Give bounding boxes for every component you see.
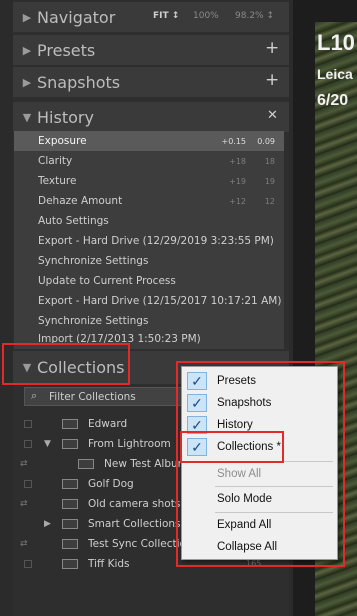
expand-triangle-icon[interactable]: ▼	[44, 439, 62, 449]
history-item[interactable]: Texture +19 19	[14, 171, 284, 191]
filter-collections-input[interactable]: ⌕ Filter Collections	[24, 387, 184, 406]
clear-history-icon[interactable]: ✕	[267, 108, 278, 123]
collection-set-icon	[62, 519, 78, 529]
history-title: History	[37, 107, 94, 127]
add-snapshot-icon[interactable]: +	[265, 70, 279, 90]
history-item[interactable]: Update to Current Process	[14, 271, 284, 291]
history-item[interactable]: Export - Hard Drive (12/15/2017 10:17:21…	[14, 291, 284, 311]
history-item[interactable]: Export - Hard Drive (12/29/2019 3:23:55 …	[14, 231, 284, 251]
navigator-title: Navigator	[37, 7, 116, 27]
photo-title: L10	[317, 30, 355, 55]
sync-arrows-icon: ⇄	[20, 539, 28, 549]
presets-header[interactable]: ▶ Presets +	[13, 35, 289, 65]
collection-icon	[62, 539, 78, 549]
add-preset-icon[interactable]: +	[265, 38, 279, 58]
navigator-zoom-100[interactable]: 100%	[193, 11, 219, 21]
collection-icon	[78, 459, 94, 469]
collapse-triangle-icon[interactable]: ▶	[17, 44, 37, 57]
checkbox[interactable]	[24, 440, 32, 448]
sync-arrows-icon: ⇄	[20, 499, 28, 509]
presets-title: Presets	[37, 40, 96, 60]
collapse-triangle-icon[interactable]: ▶	[44, 519, 62, 529]
collection-icon	[62, 479, 78, 489]
history-item[interactable]: Synchronize Settings	[14, 251, 284, 271]
collection-set-icon	[62, 419, 78, 429]
collection-icon	[62, 559, 78, 569]
photo-date: 6/20	[317, 92, 349, 109]
collection-set-icon	[62, 439, 78, 449]
highlight-box	[180, 431, 284, 463]
snapshots-title: Snapshots	[37, 72, 121, 92]
sync-arrows-icon: ⇄	[20, 459, 28, 469]
navigator-fit[interactable]: FIT ↕	[153, 11, 179, 21]
checkbox[interactable]	[24, 480, 32, 488]
navigator-zoom-value[interactable]: 98.2% ↕	[235, 11, 274, 21]
history-header[interactable]: ▼ History ✕	[13, 102, 289, 132]
history-item[interactable]: Clarity +18 18	[14, 151, 284, 171]
checkbox[interactable]	[24, 560, 32, 568]
history-item[interactable]: Exposure +0.15 0.09	[14, 131, 284, 151]
collapse-triangle-icon[interactable]: ▶	[17, 76, 37, 89]
photo-camera: Leica	[317, 66, 353, 82]
history-item[interactable]: Auto Settings	[14, 211, 284, 231]
checkbox[interactable]	[24, 420, 32, 428]
highlight-box	[2, 343, 130, 385]
expand-triangle-icon[interactable]: ▼	[17, 111, 37, 124]
collection-icon	[62, 499, 78, 509]
history-item[interactable]: Dehaze Amount +12 12	[14, 191, 284, 211]
snapshots-header[interactable]: ▶ Snapshots +	[13, 67, 289, 97]
highlight-box	[176, 361, 345, 567]
navigator-header[interactable]: ▶ Navigator FIT ↕ 100% 98.2% ↕	[13, 2, 289, 32]
history-item[interactable]: Synchronize Settings	[14, 311, 284, 331]
search-icon: ⌕	[31, 389, 38, 402]
collapse-triangle-icon[interactable]: ▶	[17, 11, 37, 24]
filter-placeholder: Filter Collections	[49, 391, 136, 403]
